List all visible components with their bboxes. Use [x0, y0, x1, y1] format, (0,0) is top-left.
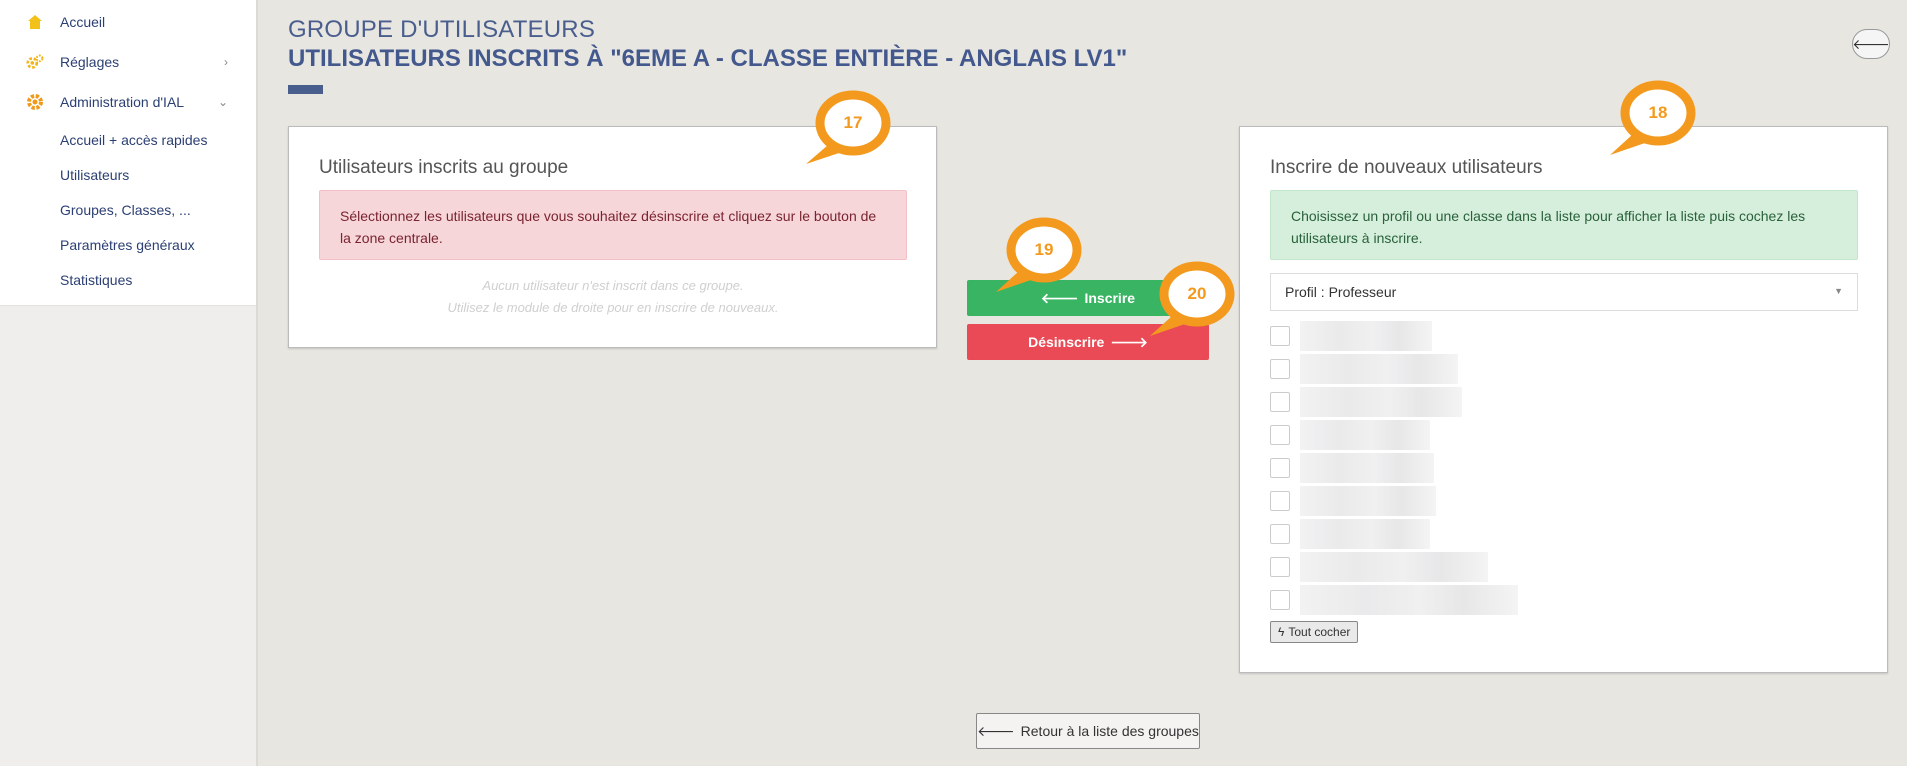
user-checkbox[interactable]	[1270, 589, 1290, 610]
new-users-panel: Inscrire de nouveaux utilisateurs Choisi…	[1239, 126, 1888, 673]
gears-icon	[26, 53, 44, 71]
enrolled-users-panel: Utilisateurs inscrits au groupe Sélectio…	[288, 126, 937, 348]
user-list	[1270, 319, 1518, 616]
list-item[interactable]	[1270, 583, 1518, 616]
sidebar: Accueil Réglages › Administration d'IAL …	[0, 0, 258, 766]
arrow-left-icon: 🡐	[977, 722, 1015, 739]
title-underline	[288, 85, 323, 94]
callout-20-label: 20	[1187, 284, 1207, 303]
sidebar-item-label: Réglages	[60, 54, 120, 70]
chevron-down-icon: ⌄	[217, 95, 228, 109]
list-item[interactable]	[1270, 451, 1518, 484]
empty-message-line: Utilisez le module de droite pour en ins…	[447, 300, 779, 315]
list-item[interactable]	[1270, 385, 1518, 418]
sidebar-menu: Accueil Réglages › Administration d'IAL …	[0, 0, 256, 122]
sidebar-subitem-statistiques[interactable]: Statistiques	[0, 262, 256, 297]
blurred-user-name	[1300, 584, 1518, 615]
sidebar-subitem-groupes-classes[interactable]: Groupes, Classes, ...	[0, 192, 256, 227]
sidebar-subitem-parametres-generaux[interactable]: Paramètres généraux	[0, 227, 256, 262]
list-item[interactable]	[1270, 418, 1518, 451]
user-checkbox[interactable]	[1270, 523, 1290, 544]
empty-message: Aucun utilisateur n'est inscrit dans ce …	[319, 275, 907, 319]
sidebar-item-administration[interactable]: Administration d'IAL ⌄	[0, 82, 256, 122]
user-checkbox[interactable]	[1270, 391, 1290, 412]
back-to-groups-button[interactable]: 🡐 Retour à la liste des groupes	[976, 713, 1200, 749]
arrow-left-icon: 🡐	[1852, 35, 1890, 52]
user-checkbox[interactable]	[1270, 325, 1290, 346]
sidebar-subitem-accueil-acces-rapides[interactable]: Accueil + accès rapides	[0, 122, 256, 157]
enroll-button-label: Inscrire	[1084, 290, 1136, 306]
bolt-icon: ϟ	[1278, 625, 1285, 639]
enroll-instructions: Choisissez un profil ou une classe dans …	[1270, 190, 1858, 260]
sidebar-submenu: Accueil + accès rapides Utilisateurs Gro…	[0, 122, 256, 306]
page-supertitle: GROUPE D'UTILISATEURS	[288, 16, 596, 43]
sidebar-subitem-utilisateurs[interactable]: Utilisateurs	[0, 157, 256, 192]
blurred-user-name	[1300, 518, 1430, 549]
back-to-groups-label: Retour à la liste des groupes	[1020, 723, 1199, 739]
blurred-user-name	[1300, 485, 1436, 516]
blurred-user-name	[1300, 353, 1458, 384]
callout-18-label: 18	[1648, 103, 1668, 122]
panel-title: Utilisateurs inscrits au groupe	[319, 157, 569, 178]
sidebar-item-accueil[interactable]: Accueil	[0, 2, 256, 42]
user-checkbox[interactable]	[1270, 457, 1290, 478]
callout-17-label: 17	[843, 113, 863, 132]
blurred-user-name	[1300, 551, 1488, 582]
profile-select-value: Profil : Professeur	[1285, 284, 1397, 300]
blurred-user-name	[1300, 452, 1434, 483]
user-checkbox[interactable]	[1270, 424, 1290, 445]
list-item[interactable]	[1270, 484, 1518, 517]
check-all-label: Tout cocher	[1288, 625, 1351, 639]
blurred-user-name	[1300, 320, 1432, 351]
arrow-right-icon: 🡒	[1110, 333, 1148, 350]
unenroll-instructions: Sélectionnez les utilisateurs que vous s…	[319, 190, 907, 260]
caret-down-icon: ▼	[1834, 286, 1843, 296]
blurred-user-name	[1300, 419, 1430, 450]
back-button[interactable]: 🡐	[1852, 29, 1890, 59]
sidebar-item-label: Accueil	[60, 14, 106, 30]
page-title: UTILISATEURS INSCRITS À "6EME A - CLASSE…	[288, 45, 1128, 72]
user-checkbox[interactable]	[1270, 556, 1290, 577]
user-checkbox[interactable]	[1270, 358, 1290, 379]
user-checkbox[interactable]	[1270, 490, 1290, 511]
blurred-user-name	[1300, 386, 1462, 417]
list-item[interactable]	[1270, 352, 1518, 385]
list-item[interactable]	[1270, 319, 1518, 352]
sidebar-item-reglages[interactable]: Réglages ›	[0, 42, 256, 82]
sidebar-item-label: Administration d'IAL	[60, 94, 185, 110]
list-item[interactable]	[1270, 517, 1518, 550]
unenroll-button[interactable]: Désinscrire 🡒	[967, 324, 1209, 360]
chevron-right-icon: ›	[224, 55, 228, 69]
panel-title: Inscrire de nouveaux utilisateurs	[1270, 157, 1543, 178]
list-item[interactable]	[1270, 550, 1518, 583]
gear-icon	[26, 93, 44, 111]
arrow-left-icon: 🡐	[1040, 289, 1079, 306]
empty-message-line: Aucun utilisateur n'est inscrit dans ce …	[482, 278, 744, 293]
check-all-button[interactable]: ϟ Tout cocher	[1270, 621, 1359, 643]
profile-select[interactable]: Profil : Professeur ▼	[1270, 273, 1858, 311]
unenroll-button-label: Désinscrire	[1028, 334, 1105, 350]
home-icon	[26, 13, 44, 31]
callout-19-label: 19	[1034, 240, 1054, 259]
